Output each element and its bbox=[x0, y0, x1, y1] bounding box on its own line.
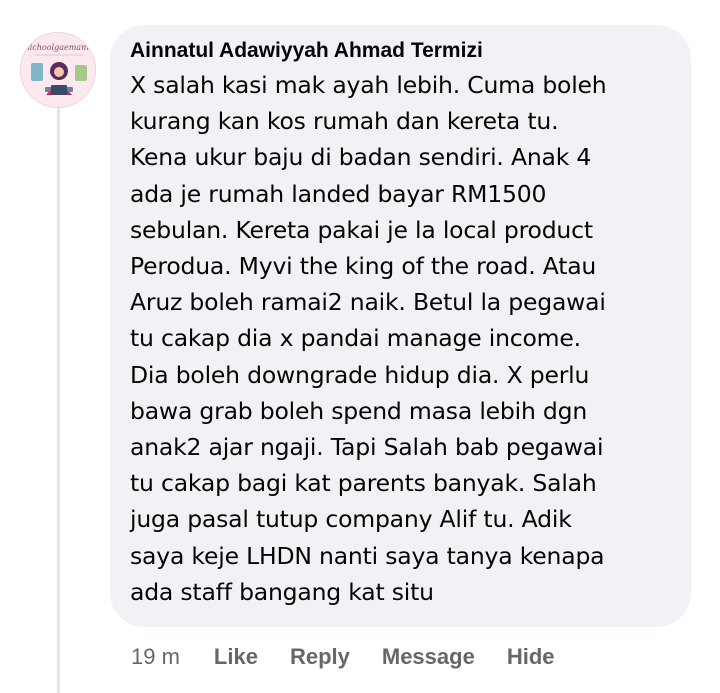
comment-line: saya keje LHDN nanti saya tanya kenapa bbox=[130, 541, 605, 570]
avatar[interactable]: nichoolgaemama bbox=[20, 32, 96, 108]
comment-line: Aruz boleh ramai2 naik. Betul la pegawai bbox=[130, 288, 606, 317]
avatar-caption: nichoolgaemama bbox=[25, 43, 94, 52]
avatar-illustration: nichoolgaemama bbox=[21, 33, 95, 107]
comment-line: Perodua. Myvi the king of the road. Atau bbox=[130, 252, 597, 281]
reply-button[interactable]: Reply bbox=[290, 644, 350, 670]
comment-author-name[interactable]: Ainnatul Adawiyyah Ahmad Termizi bbox=[130, 37, 681, 65]
comment-line: kurang kan kos rumah dan kereta tu. bbox=[130, 107, 559, 136]
comment-bubble: Ainnatul Adawiyyah Ahmad Termizi X salah… bbox=[110, 25, 691, 627]
comment-actions: 19 m Like Reply Message Hide bbox=[131, 640, 587, 674]
comment-line: tu cakap bagi kat parents banyak. Salah bbox=[130, 469, 597, 498]
comment-line: ada staff bangang kat situ bbox=[130, 577, 434, 606]
comment-line: Dia boleh downgrade hidup dia. X perlu bbox=[130, 360, 590, 389]
hide-button[interactable]: Hide bbox=[507, 644, 555, 670]
comment-line: anak2 ajar ngaji. Tapi Salah bab pegawai bbox=[130, 433, 604, 462]
comment-line: Kena ukur baju di badan sendiri. Anak 4 bbox=[130, 143, 592, 172]
reply-thread-line bbox=[57, 96, 60, 693]
comment-line: juga pasal tutup company Alif tu. Adik bbox=[130, 505, 572, 534]
comment-line: tu cakap dia x pandai manage income. bbox=[130, 324, 581, 353]
comment-line: X salah kasi mak ayah lebih. Cuma boleh bbox=[130, 71, 607, 99]
comment-line: bawa grab boleh spend masa lebih dgn bbox=[130, 396, 588, 425]
comment-line: sebulan. Kereta pakai je la local produc… bbox=[130, 215, 593, 244]
like-button[interactable]: Like bbox=[214, 644, 258, 670]
comment-timestamp[interactable]: 19 m bbox=[131, 644, 180, 670]
comment-text: X salah kasi mak ayah lebih. Cuma boleh … bbox=[130, 67, 681, 610]
message-button[interactable]: Message bbox=[382, 644, 475, 670]
comment-line: ada je rumah landed bayar RM1500 bbox=[130, 179, 547, 208]
